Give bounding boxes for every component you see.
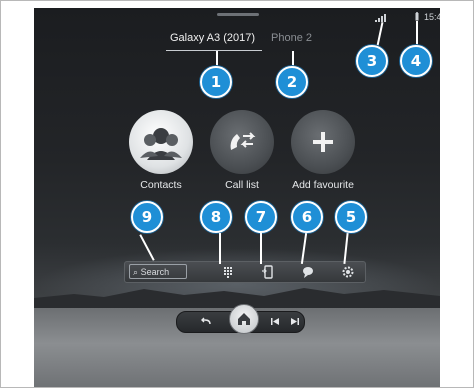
plus-icon	[313, 132, 333, 152]
add-favourite-button[interactable]	[291, 110, 355, 174]
callout-9: 9	[131, 201, 163, 233]
callout-7-pointer	[260, 233, 262, 264]
contacts-icon	[140, 128, 182, 160]
next-icon[interactable]	[290, 317, 300, 326]
pull-down-handle[interactable]	[217, 13, 259, 16]
call-list-icon	[230, 132, 256, 150]
callout-3-pointer	[376, 22, 384, 46]
tab-phone-2[interactable]: Phone 2	[271, 32, 312, 44]
battery-icon	[415, 12, 419, 21]
status-time: 15:42	[424, 12, 440, 22]
contacts-button[interactable]	[129, 110, 193, 174]
callout-8: 8	[200, 201, 232, 233]
home-icon	[238, 313, 250, 325]
call-list-button[interactable]	[210, 110, 274, 174]
message-icon[interactable]	[301, 265, 315, 279]
settings-icon[interactable]	[341, 265, 355, 279]
home-button[interactable]	[229, 304, 259, 334]
function-bar: ⌕ Search	[124, 261, 366, 283]
callout-8-pointer	[219, 233, 221, 264]
add-favourite-label: Add favourite	[292, 179, 354, 191]
keypad-icon[interactable]	[221, 265, 235, 279]
magnifier-icon: ⌕	[133, 267, 139, 277]
callout-1-pointer	[216, 51, 218, 66]
phone-transfer-icon[interactable]	[261, 265, 275, 279]
previous-icon[interactable]	[270, 317, 280, 326]
search-field[interactable]: ⌕ Search	[129, 264, 187, 279]
media-display: 15:42 Galaxy A3 (2017) Phone 2	[34, 8, 440, 387]
callout-2: 2	[276, 66, 308, 98]
callout-6: 6	[291, 201, 323, 233]
callout-7: 7	[245, 201, 277, 233]
callout-5: 5	[335, 201, 367, 233]
callout-4: 4	[400, 45, 432, 77]
search-label: Search	[140, 267, 170, 277]
callout-3: 3	[356, 45, 388, 77]
signal-icon	[375, 14, 386, 22]
callout-1: 1	[200, 66, 232, 98]
callout-2-pointer	[292, 51, 294, 66]
figure-frame: 15:42 Galaxy A3 (2017) Phone 2	[0, 0, 474, 388]
back-icon[interactable]	[200, 316, 212, 326]
callout-4-pointer	[416, 21, 418, 45]
tab-phone-1[interactable]: Galaxy A3 (2017)	[170, 32, 255, 44]
active-tab-indicator	[166, 50, 262, 51]
